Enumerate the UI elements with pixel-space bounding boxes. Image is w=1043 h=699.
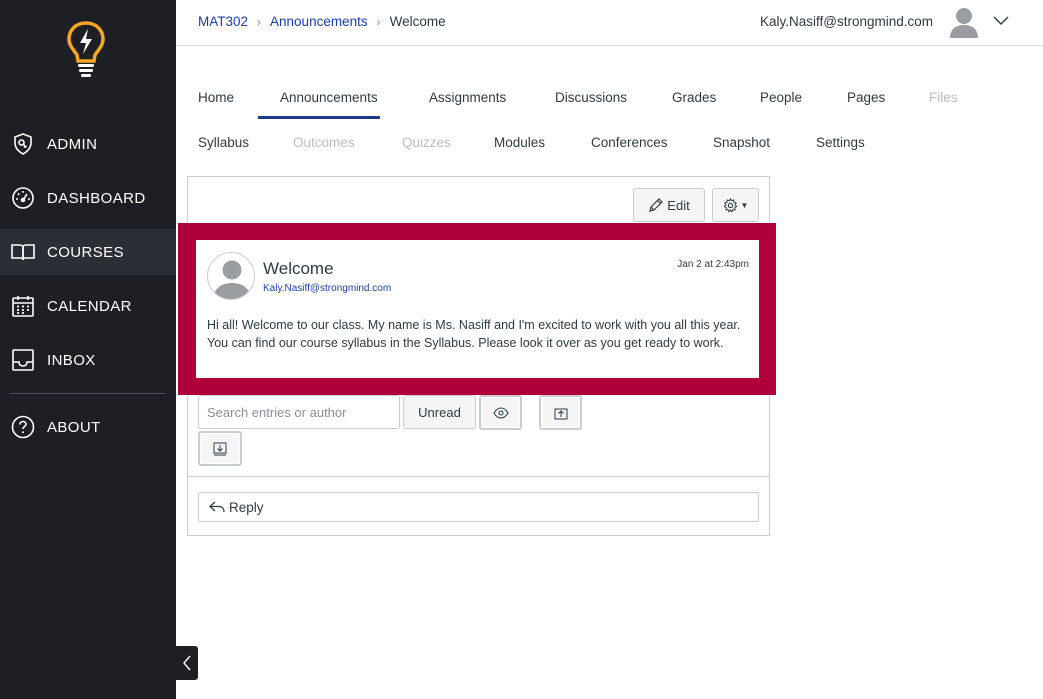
tab-discussions[interactable]: Discussions <box>555 90 627 105</box>
tab-outcomes: Outcomes <box>293 135 355 150</box>
chevron-down-icon[interactable] <box>993 13 1009 29</box>
top-bar: MAT302 › Announcements › Welcome Kaly.Na… <box>176 0 1043 46</box>
tab-modules[interactable]: Modules <box>494 135 545 150</box>
chevron-right-icon: › <box>257 14 262 29</box>
breadcrumb-current: Welcome <box>389 14 446 29</box>
caret-down-icon: ▼ <box>740 200 749 210</box>
tab-grades[interactable]: Grades <box>672 90 716 105</box>
tab-conferences[interactable]: Conferences <box>591 135 668 150</box>
gear-icon <box>723 197 737 213</box>
gauge-icon <box>11 186 35 210</box>
sidebar-item-label: ABOUT <box>47 418 101 436</box>
panel-divider <box>188 476 769 477</box>
reply-label: Reply <box>229 499 264 515</box>
pencil-icon <box>649 198 664 212</box>
sidebar-item-about[interactable]: ABOUT <box>0 404 176 450</box>
sidebar-item-label: COURSES <box>47 243 124 261</box>
reply-arrow-icon <box>209 501 225 513</box>
breadcrumb-course[interactable]: MAT302 <box>198 14 248 29</box>
sidebar-item-label: INBOX <box>47 351 96 369</box>
global-nav-sidebar: ADMIN DASHBOARD COURSES CALENDAR INBOX A… <box>0 0 176 699</box>
unread-filter-button[interactable]: Unread <box>403 395 476 429</box>
mark-all-read-button[interactable] <box>479 395 522 430</box>
tab-snapshot[interactable]: Snapshot <box>713 135 770 150</box>
tab-settings[interactable]: Settings <box>816 135 865 150</box>
sidebar-item-label: DASHBOARD <box>47 189 146 207</box>
tab-syllabus[interactable]: Syllabus <box>198 135 249 150</box>
tab-pages[interactable]: Pages <box>847 90 885 105</box>
collapse-sidebar-button[interactable] <box>176 646 198 680</box>
breadcrumb-announcements[interactable]: Announcements <box>270 14 368 29</box>
sidebar-item-inbox[interactable]: INBOX <box>0 337 176 383</box>
sidebar-item-courses[interactable]: COURSES <box>0 229 176 275</box>
post-author-link[interactable]: Kaly.Nasiff@strongmind.com <box>263 283 391 294</box>
sidebar-item-calendar[interactable]: CALENDAR <box>0 283 176 329</box>
inbox-icon <box>11 348 35 372</box>
author-avatar-icon[interactable] <box>207 252 255 300</box>
expand-icon <box>213 442 227 455</box>
post-timestamp: Jan 2 at 2:43pm <box>677 259 749 270</box>
lightbulb-bolt-icon[interactable] <box>66 20 106 80</box>
reply-button[interactable]: Reply <box>198 492 759 522</box>
settings-menu-button[interactable]: ▼ <box>712 188 759 222</box>
breadcrumb: MAT302 › Announcements › Welcome <box>198 14 446 29</box>
user-avatar-icon[interactable] <box>949 6 979 38</box>
sidebar-item-admin[interactable]: ADMIN <box>0 121 176 167</box>
announcement-post: Welcome Kaly.Nasiff@strongmind.com Jan 2… <box>196 240 759 378</box>
edit-button[interactable]: Edit <box>633 188 705 222</box>
question-icon <box>11 415 35 439</box>
collapse-threads-button[interactable] <box>539 395 582 430</box>
sidebar-item-label: ADMIN <box>47 135 98 153</box>
user-email[interactable]: Kaly.Nasiff@strongmind.com <box>760 14 933 29</box>
shield-icon <box>11 132 35 156</box>
edit-button-label: Edit <box>667 197 690 213</box>
chevron-right-icon: › <box>376 14 381 29</box>
tab-people[interactable]: People <box>760 90 802 105</box>
book-icon <box>11 240 35 264</box>
eye-icon <box>492 406 509 419</box>
tab-announcements[interactable]: Announcements <box>280 90 378 105</box>
calendar-icon <box>11 294 35 318</box>
post-title: Welcome <box>263 259 334 278</box>
tab-home[interactable]: Home <box>198 90 234 105</box>
tab-files: Files <box>929 90 958 105</box>
unread-filter-label: Unread <box>418 404 461 420</box>
sidebar-item-dashboard[interactable]: DASHBOARD <box>0 175 176 221</box>
sidebar-divider <box>10 393 165 394</box>
search-input[interactable] <box>198 395 400 429</box>
collapse-icon <box>554 408 567 419</box>
expand-threads-button[interactable] <box>198 431 242 466</box>
tab-assignments[interactable]: Assignments <box>429 90 506 105</box>
post-body: Hi all! Welcome to our class. My name is… <box>207 318 741 350</box>
active-tab-indicator <box>258 116 380 119</box>
tab-quizzes: Quizzes <box>402 135 451 150</box>
sidebar-item-label: CALENDAR <box>47 297 132 315</box>
chevron-left-icon <box>183 655 191 671</box>
